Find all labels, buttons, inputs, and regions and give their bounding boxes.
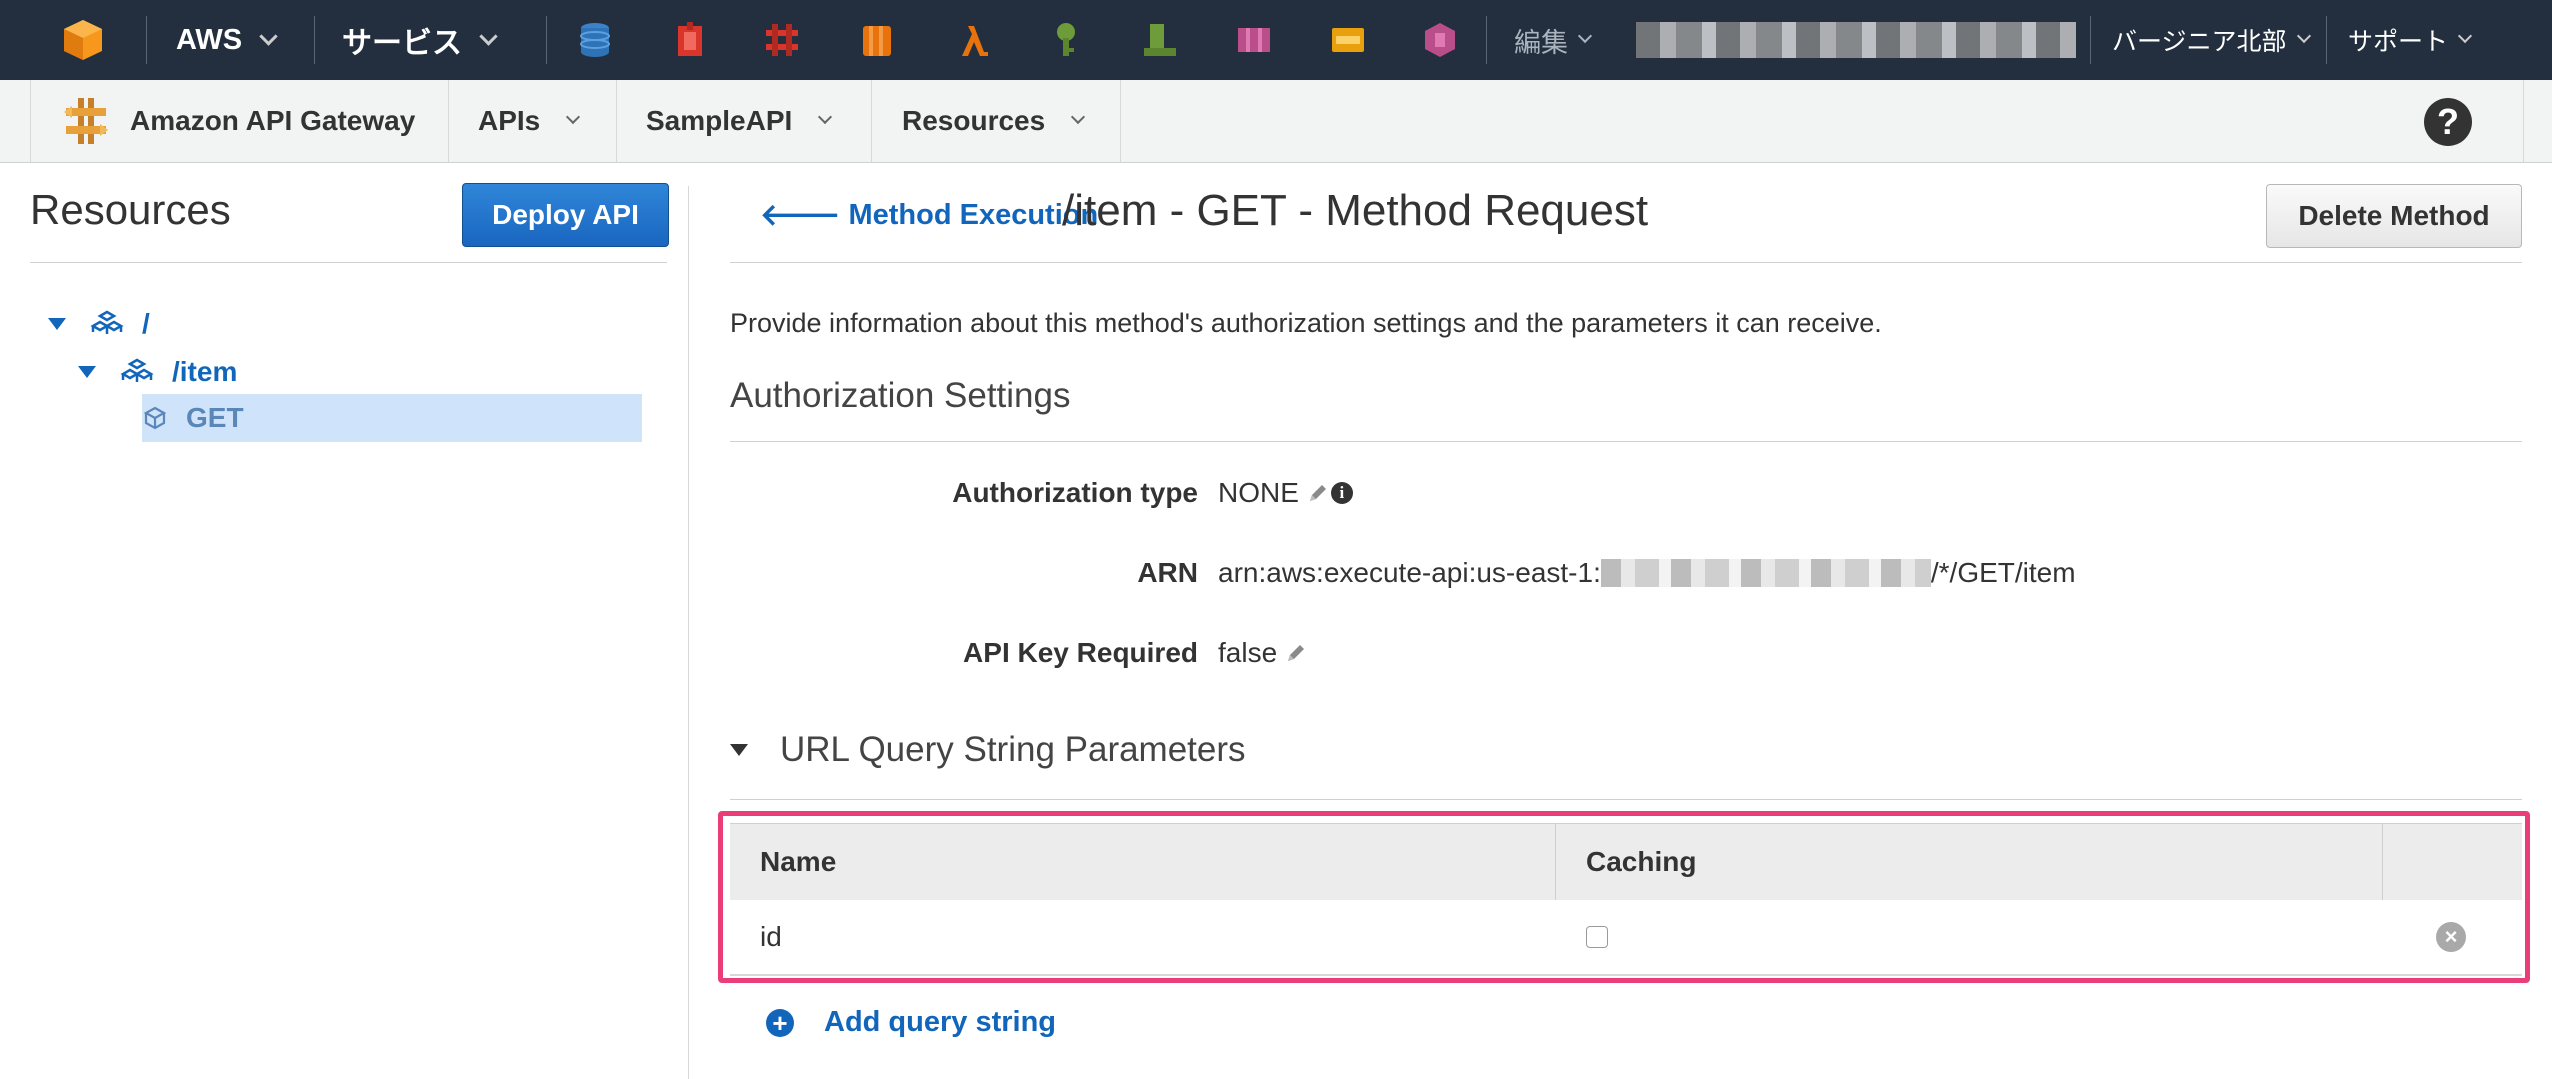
tree-item-get-method[interactable]: GET [142, 402, 244, 434]
add-query-string-label: Add query string [824, 1006, 1057, 1038]
region-menu-label: バージニア北部 [2112, 28, 2287, 56]
resource-icon [120, 358, 154, 382]
resources-menu[interactable]: Resources [902, 80, 1086, 162]
shield-icon[interactable] [670, 20, 710, 60]
tree-item-root[interactable]: / [48, 308, 150, 340]
section-divider [730, 799, 2522, 800]
panel-separator [688, 186, 689, 1079]
tree-item-item[interactable]: /item [78, 356, 237, 388]
config-icon[interactable] [1420, 20, 1460, 60]
subnav-divider [448, 80, 449, 162]
authorization-type-value: NONE i [1218, 477, 1353, 509]
subnav-divider [1120, 80, 1121, 162]
apis-menu-label: APIs [478, 105, 541, 136]
api-gateway-logo-icon [64, 98, 108, 144]
add-circle-icon: + [766, 1008, 794, 1037]
service-navigation-bar: Amazon API Gateway APIs SampleAPI Resour… [0, 80, 2552, 163]
tree-item-label: / [142, 308, 150, 339]
database-icon[interactable] [575, 20, 615, 60]
chevron-down-icon [479, 26, 498, 46]
edit-menu[interactable]: 編集 [1514, 0, 1593, 80]
info-icon[interactable]: i [1330, 482, 1353, 504]
header-divider [730, 262, 2522, 263]
support-menu[interactable]: サポート [2348, 0, 2473, 80]
arn-prefix: arn:aws:execute-api:us-east-1: [1218, 557, 1601, 588]
chevron-down-icon [1577, 28, 1593, 44]
product-name: Amazon API Gateway [130, 105, 416, 136]
top-navigation-bar: AWS サービス 編集 バージニア北部 サポート [0, 0, 2552, 81]
chevron-down-icon [566, 109, 581, 125]
aws-menu[interactable]: AWS [176, 0, 278, 80]
nav-divider [2090, 16, 2091, 64]
left-panel-divider [30, 262, 667, 263]
subnav-divider [616, 80, 617, 162]
chevron-down-icon [259, 26, 278, 46]
chevron-down-icon [2457, 28, 2473, 44]
collapse-triangle-icon[interactable] [730, 744, 748, 756]
authorization-type-label: Authorization type [952, 477, 1198, 508]
arn-label: ARN [1137, 557, 1198, 588]
authorization-settings-title: Authorization Settings [730, 376, 1071, 415]
authorization-type-text: NONE [1218, 477, 1299, 508]
expand-triangle-icon[interactable] [78, 366, 96, 378]
resources-menu-label: Resources [902, 105, 1046, 136]
edit-menu-label: 編集 [1514, 27, 1568, 58]
delete-method-button[interactable]: Delete Method [2266, 184, 2522, 248]
apis-menu[interactable]: APIs [478, 80, 581, 162]
arn-suffix: /*/GET/item [1930, 557, 2076, 588]
api-selector-menu[interactable]: SampleAPI [646, 80, 833, 162]
method-cube-icon [143, 406, 167, 430]
pencil-icon[interactable] [1307, 482, 1329, 504]
nav-divider [314, 16, 315, 64]
api-key-required-value: false [1218, 637, 1307, 669]
api-key-required-label: API Key Required [963, 637, 1198, 668]
services-menu-label: サービス [342, 27, 462, 60]
method-execution-back-link[interactable]: 🡐 Method Execution [760, 197, 1098, 233]
queue-icon[interactable] [1328, 20, 1368, 60]
deploy-icon[interactable] [1140, 20, 1180, 60]
query-string-section-title: URL Query String Parameters [780, 730, 1246, 769]
account-id-redacted [1600, 559, 1931, 587]
tree-item-label: GET [186, 402, 244, 433]
api-gateway-home-link[interactable]: Amazon API Gateway [62, 80, 415, 162]
lambda-icon[interactable] [952, 20, 992, 60]
nav-divider [146, 16, 147, 64]
region-menu[interactable]: バージニア北部 [2112, 0, 2311, 80]
subnav-divider [871, 80, 872, 162]
key-icon[interactable] [1046, 20, 1086, 60]
query-string-section-header[interactable]: URL Query String Parameters [730, 730, 1246, 770]
back-link-label: Method Execution [848, 198, 1099, 231]
arrow-left-icon: 🡐 [760, 199, 841, 232]
arn-value: arn:aws:execute-api:us-east-1: /*/GET/it… [1218, 557, 2076, 589]
support-menu-label: サポート [2348, 28, 2449, 56]
aws-logo-icon[interactable] [62, 0, 104, 80]
help-icon[interactable]: ? [2424, 98, 2472, 146]
chevron-down-icon [818, 109, 833, 125]
aws-menu-label: AWS [176, 23, 243, 56]
page-title: /item - GET - Method Request [1062, 186, 1649, 235]
add-query-string-link[interactable]: + Add query string [766, 1006, 1056, 1039]
account-name-redacted[interactable] [1636, 22, 2076, 58]
nav-divider [2326, 16, 2327, 64]
api-name-label: SampleAPI [646, 105, 793, 136]
network-icon[interactable] [762, 20, 802, 60]
pencil-icon[interactable] [1285, 642, 1307, 664]
resources-title: Resources [30, 186, 231, 233]
deploy-api-button[interactable]: Deploy API [462, 183, 669, 247]
storage-icon[interactable] [857, 20, 897, 60]
chevron-down-icon [2296, 28, 2311, 44]
workspaces-icon[interactable] [1234, 20, 1274, 60]
nav-divider [546, 16, 547, 64]
chevron-down-icon [1071, 109, 1086, 125]
tree-item-label: /item [172, 356, 238, 387]
nav-divider [1486, 16, 1487, 64]
services-menu[interactable]: サービス [342, 0, 498, 80]
section-divider [730, 441, 2522, 442]
api-key-required-text: false [1218, 637, 1278, 668]
expand-triangle-icon[interactable] [48, 318, 66, 330]
resource-icon [90, 310, 124, 334]
method-description: Provide information about this method's … [730, 308, 1882, 338]
highlight-box [718, 811, 2530, 983]
